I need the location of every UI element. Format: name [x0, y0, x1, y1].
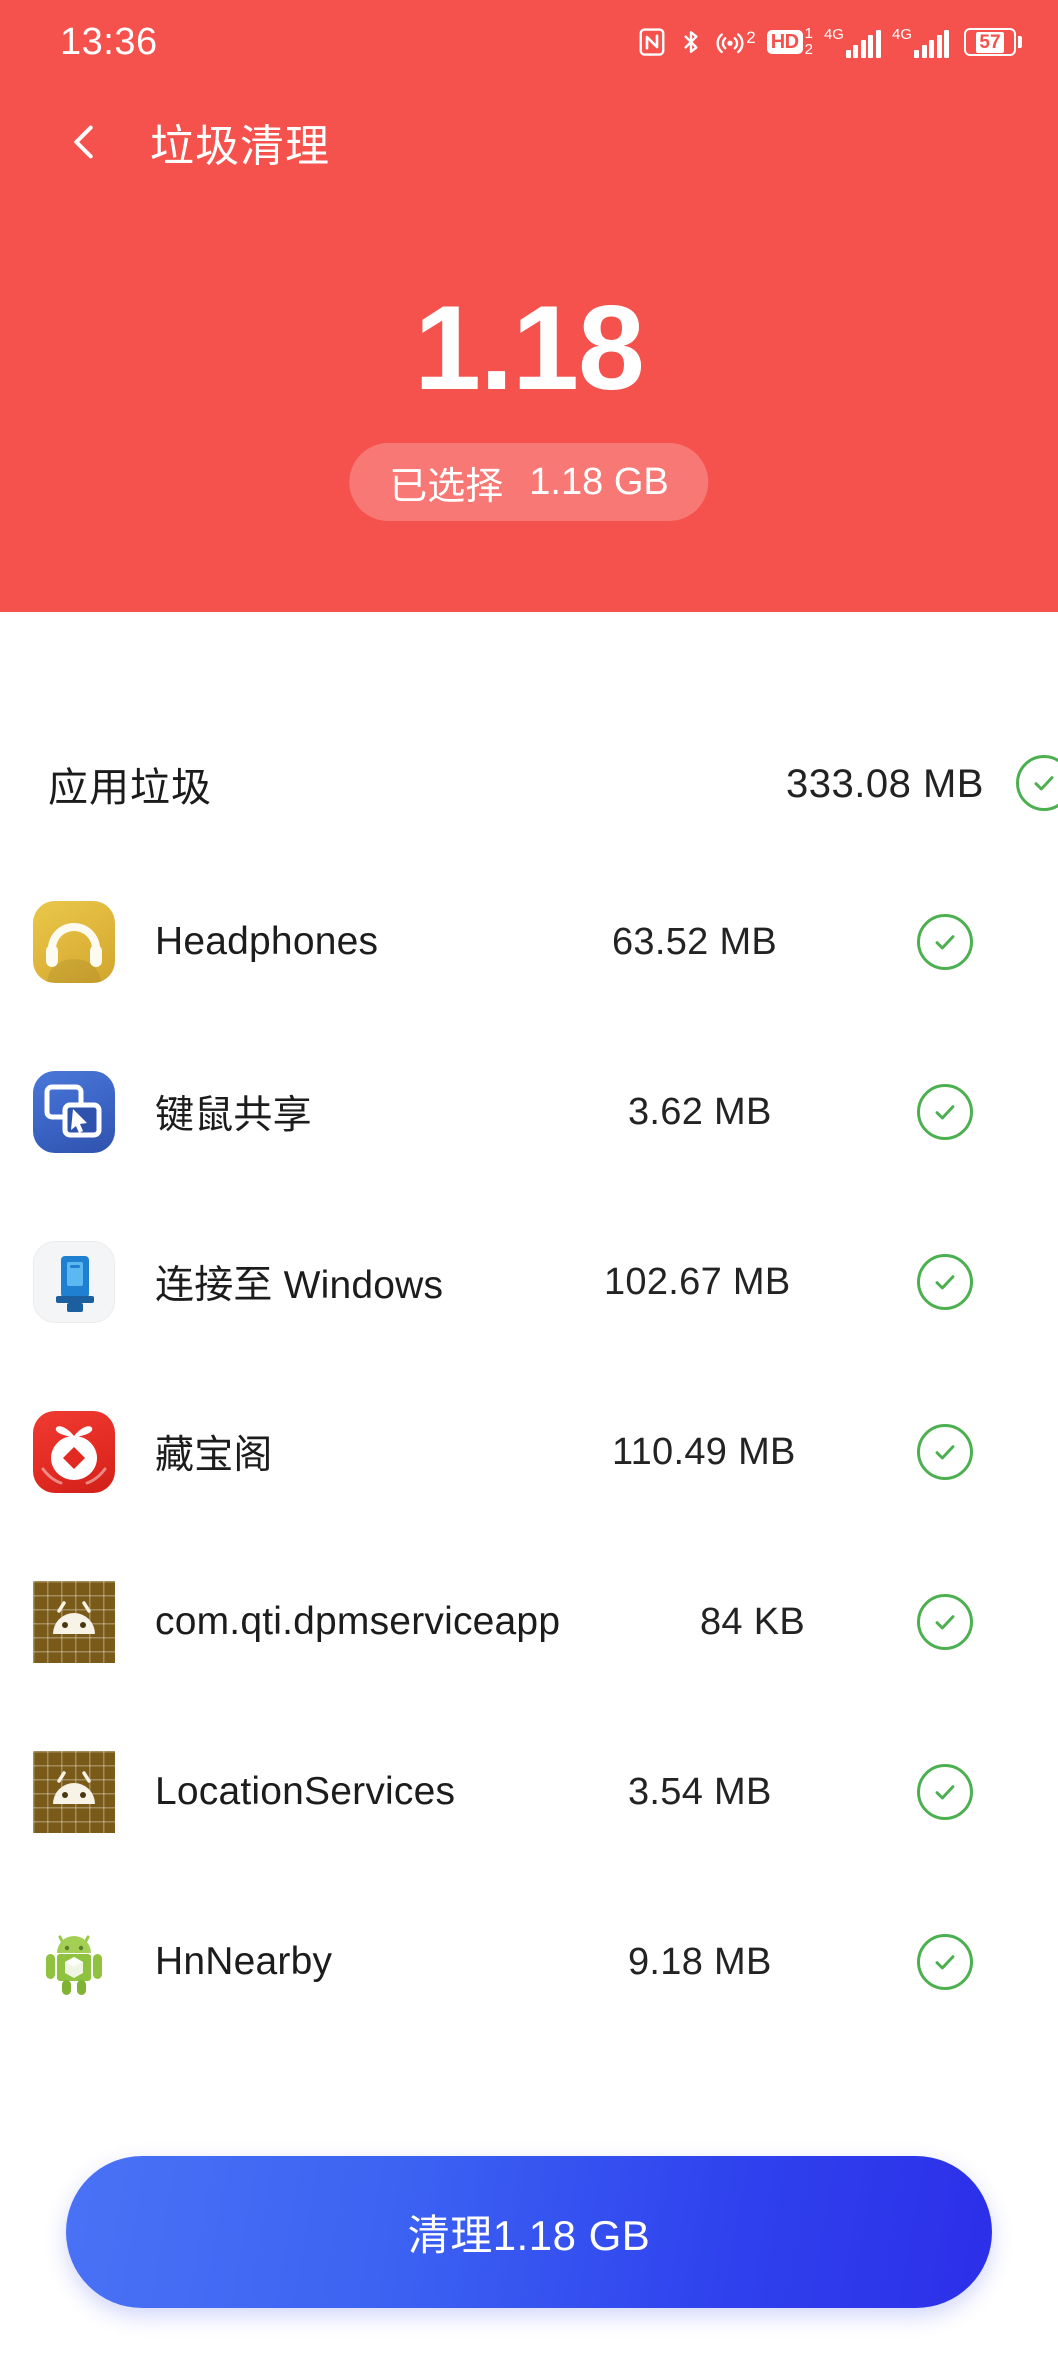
check-circle-icon [917, 1254, 973, 1310]
signal-sim1-icon: 4G [824, 27, 881, 58]
check-circle-icon [1016, 755, 1058, 811]
junk-clean-screen: 13:36 2 HD 1 2 4G 4G 57 垃圾清理 1.18 已选择 1.… [0, 0, 1058, 2374]
table-row[interactable]: 连接至 Windows 102.67 MB [0, 1197, 1058, 1367]
table-row[interactable]: com.qti.dpmserviceapp 84 KB [0, 1537, 1058, 1707]
row-app-name: 连接至 Windows [155, 1264, 444, 1307]
sim2-signal-bars [914, 29, 949, 58]
table-row[interactable]: 藏宝阁 110.49 MB [0, 1367, 1058, 1537]
table-row[interactable]: Headphones 63.52 MB [0, 857, 1058, 1027]
junk-amount-value: 1.18 [414, 281, 645, 415]
page-title: 垃圾清理 [150, 122, 330, 171]
row-app-icon [33, 1071, 115, 1153]
row-check-toggle[interactable] [917, 1084, 973, 1140]
android-default-app-icon [33, 1581, 115, 1663]
row-app-icon [33, 1751, 115, 1833]
link-to-windows-app-icon [33, 1241, 115, 1323]
row-app-name: LocationServices [155, 1770, 456, 1813]
keyboard-mouse-share-app-icon [33, 1071, 115, 1153]
row-app-size: 110.49 MB [612, 1430, 796, 1473]
row-app-icon [33, 1921, 115, 2003]
hd-sim-bottom: 2 [804, 41, 813, 58]
selected-size-badge[interactable]: 已选择 1.18 GB [349, 443, 709, 521]
row-app-icon [33, 1411, 115, 1493]
check-circle-icon [917, 1594, 973, 1650]
row-app-size: 84 KB [700, 1600, 806, 1643]
hd-sim-indicators: 1 2 [805, 26, 813, 58]
row-check-toggle[interactable] [917, 914, 973, 970]
selected-value: 1.18 GB [529, 460, 669, 503]
check-circle-icon [917, 1424, 973, 1480]
back-button[interactable] [56, 114, 112, 170]
battery-percent-label: 57 [976, 31, 1004, 53]
row-app-icon [33, 901, 115, 983]
row-app-name: 键鼠共享 [155, 1094, 312, 1137]
check-circle-icon [917, 1084, 973, 1140]
row-app-icon [33, 1581, 115, 1663]
clean-button-label: 清理1.18 GB [407, 2211, 651, 2259]
row-app-size: 3.62 MB [628, 1090, 772, 1133]
table-row[interactable]: 键鼠共享 3.62 MB [0, 1027, 1058, 1197]
volte-hd-icon: HD 1 2 [766, 26, 813, 58]
check-circle-icon [917, 1764, 973, 1820]
nfc-icon [637, 27, 667, 57]
navigation-bar: 垃圾清理 [0, 96, 1058, 188]
hotspot-icon: 2 [715, 27, 756, 57]
status-clock: 13:36 [60, 20, 158, 63]
android-default-app-icon [33, 1751, 115, 1833]
row-app-name: HnNearby [155, 1940, 333, 1983]
table-row[interactable]: LocationServices 3.54 MB [0, 1707, 1058, 1877]
row-app-name: 藏宝阁 [155, 1434, 273, 1477]
bluetooth-icon [678, 27, 704, 57]
selected-label: 已选择 [389, 465, 504, 508]
cbg-app-icon [33, 1411, 115, 1493]
status-icon-tray: 2 HD 1 2 4G 4G 57 [637, 26, 1022, 58]
section-header-app-junk[interactable]: 应用垃圾 333.08 MB [0, 739, 1058, 829]
signal-sim2-icon: 4G [892, 27, 949, 58]
row-check-toggle[interactable] [917, 1764, 973, 1820]
status-bar: 13:36 2 HD 1 2 4G 4G 57 [0, 0, 1058, 84]
row-app-size: 3.54 MB [628, 1770, 772, 1813]
hd-sim-top: 1 [804, 25, 813, 43]
sim2-network-label: 4G [891, 25, 912, 43]
section-title: 应用垃圾 [48, 766, 212, 810]
row-check-toggle[interactable] [917, 1424, 973, 1480]
row-app-name: com.qti.dpmserviceapp [155, 1600, 561, 1643]
battery-body: 57 [964, 28, 1016, 56]
sim1-signal-bars [845, 29, 881, 58]
junk-list-area: 应用垃圾 333.08 MB Headphones 63.52 MB 键鼠共享 3.6… [0, 612, 1058, 2374]
check-circle-icon [917, 1934, 973, 1990]
clean-button[interactable]: 清理1.18 GB [66, 2156, 992, 2308]
row-app-size: 9.18 MB [628, 1940, 772, 1983]
hd-badge-label: HD [766, 30, 803, 54]
battery-tip [1018, 36, 1022, 48]
android-robot-app-icon [33, 1921, 115, 2003]
battery-icon: 57 [964, 28, 1022, 56]
hotspot-sim-superscript: 2 [746, 28, 756, 47]
headphones-app-icon [33, 901, 115, 983]
section-size: 333.08 MB [786, 761, 984, 806]
table-row[interactable]: HnNearby 9.18 MB [0, 1877, 1058, 2047]
check-circle-icon [917, 914, 973, 970]
row-app-name: Headphones [155, 920, 379, 963]
chevron-left-icon [74, 125, 93, 159]
row-check-toggle[interactable] [917, 1594, 973, 1650]
sim1-network-label: 4G [823, 25, 844, 43]
row-check-toggle[interactable] [917, 1934, 973, 1990]
section-check-toggle[interactable] [1016, 755, 1058, 811]
app-junk-row-list: Headphones 63.52 MB 键鼠共享 3.62 MB 连接至 Windows… [0, 857, 1058, 2047]
row-app-icon [33, 1241, 115, 1323]
header-panel: 13:36 2 HD 1 2 4G 4G 57 垃圾清理 1.18 已选择 1.… [0, 0, 1058, 612]
row-check-toggle[interactable] [917, 1254, 973, 1310]
row-app-size: 102.67 MB [604, 1260, 791, 1303]
row-app-size: 63.52 MB [612, 920, 778, 963]
